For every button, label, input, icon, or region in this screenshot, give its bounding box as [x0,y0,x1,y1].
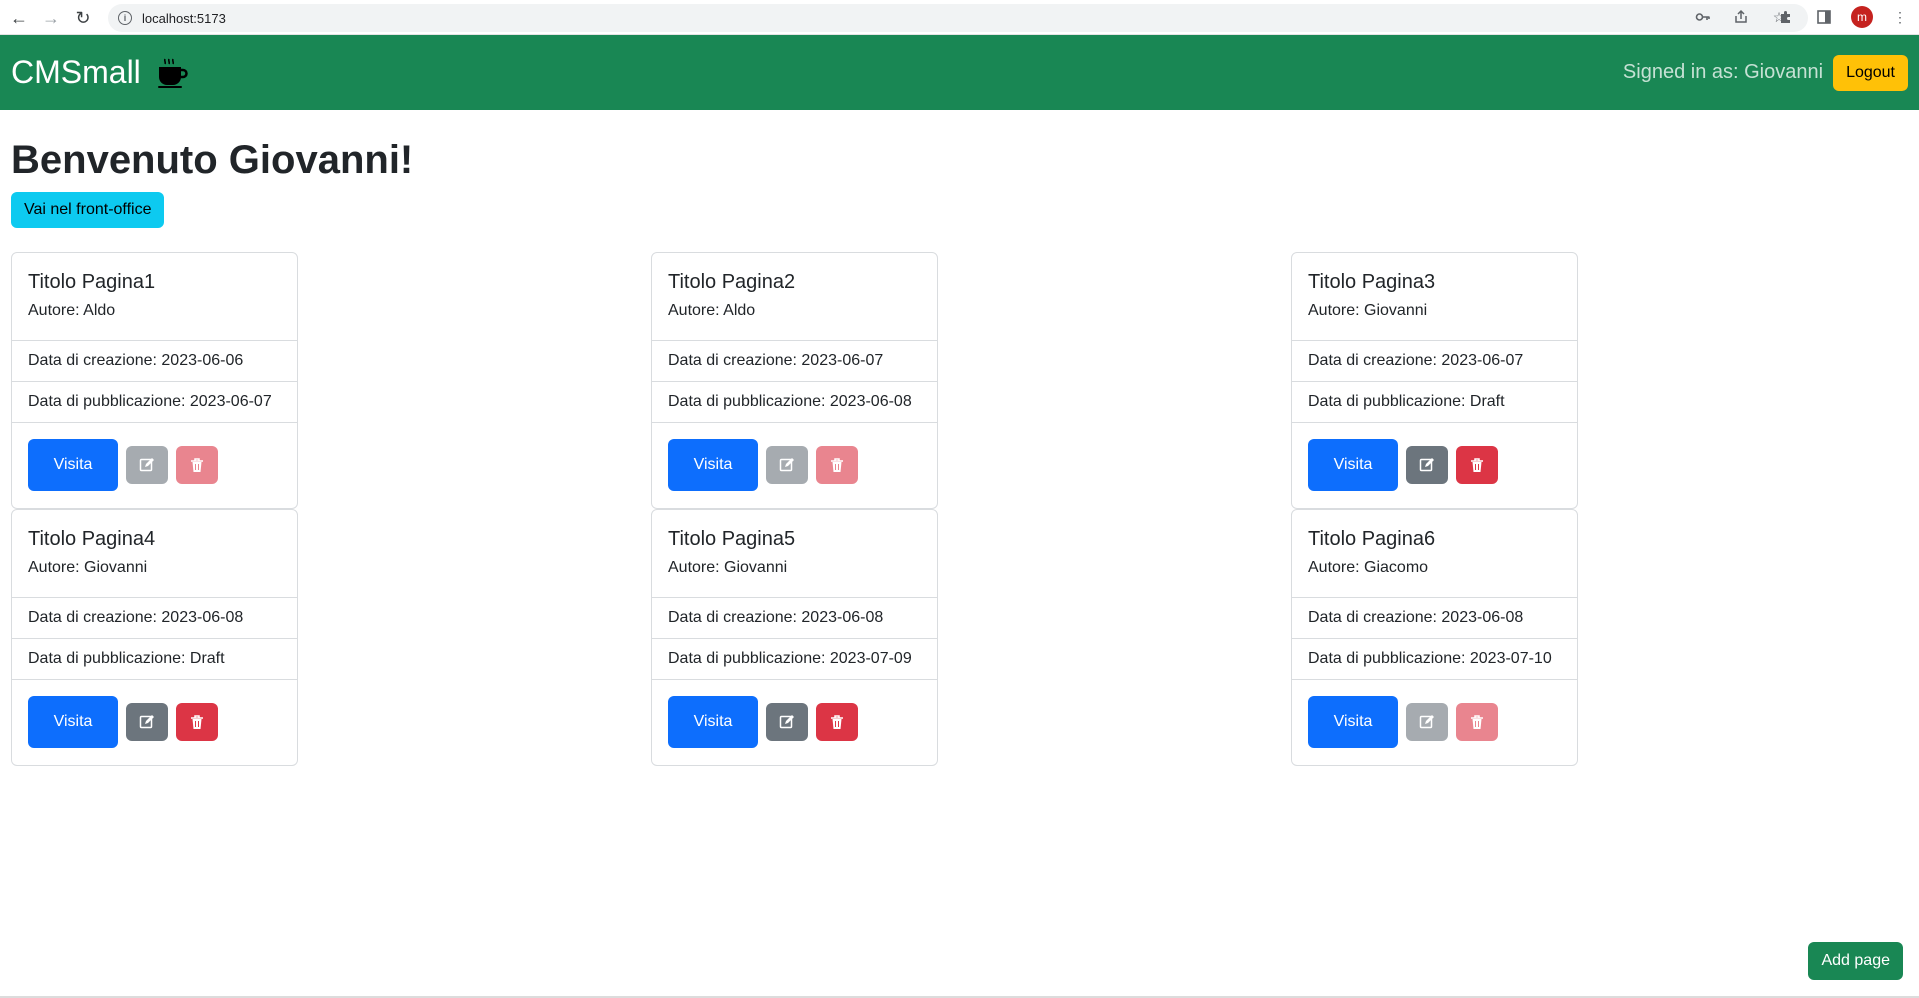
card-published-date: Data di pubblicazione: Draft [1292,382,1577,423]
signed-in-text: Signed in as: Giovanni [1622,61,1824,83]
side-panel-icon[interactable] [1813,6,1835,28]
trash-icon [1471,458,1483,472]
delete-button[interactable] [176,446,218,484]
delete-button[interactable] [816,703,858,741]
card-title: Titolo Pagina2 [668,271,796,293]
edit-button[interactable] [1406,446,1448,484]
address-url[interactable]: localhost:5173 [142,11,226,26]
trash-icon [831,715,843,729]
back-arrow-icon[interactable]: ← [8,7,30,29]
visit-button[interactable]: Visita [28,439,118,491]
page-title: Benvenuto Giovanni! [11,138,414,182]
delete-button[interactable] [1456,446,1498,484]
edit-button[interactable] [766,703,808,741]
trash-icon [1471,715,1483,729]
coffee-cup-icon [157,58,188,88]
edit-icon [139,715,154,729]
delete-button[interactable] [816,446,858,484]
app-navbar: CMSmall Signed in as: Giovanni Logout [0,35,1919,110]
edit-button[interactable] [1406,703,1448,741]
card-author: Autore: Giacomo [1308,559,1429,576]
key-icon[interactable] [1693,7,1713,27]
visit-button[interactable]: Visita [1308,696,1398,748]
brand[interactable]: CMSmall [11,54,189,91]
edit-icon [779,715,794,729]
trash-icon [191,458,203,472]
delete-button[interactable] [176,703,218,741]
page-card: Titolo Pagina2 Autore: Aldo Data di crea… [651,252,938,509]
page-card: Titolo Pagina6 Autore: Giacomo Data di c… [1291,509,1578,766]
card-title: Titolo Pagina4 [28,528,156,550]
edit-button[interactable] [766,446,808,484]
delete-button[interactable] [1456,703,1498,741]
trash-icon [191,715,203,729]
extensions-puzzle-icon[interactable] [1775,6,1797,28]
card-title: Titolo Pagina3 [1308,271,1436,293]
card-author: Autore: Aldo [28,302,116,319]
address-bar[interactable]: i localhost:5173 [108,4,1808,32]
card-created-date: Data di creazione: 2023-06-06 [12,341,297,382]
card-title: Titolo Pagina1 [28,271,156,293]
card-created-date: Data di creazione: 2023-06-07 [652,341,937,382]
visit-button[interactable]: Visita [668,696,758,748]
visit-button[interactable]: Visita [28,696,118,748]
page-card: Titolo Pagina1 Autore: Aldo Data di crea… [11,252,298,509]
page-card: Titolo Pagina3 Autore: Giovanni Data di … [1291,252,1578,509]
edit-button[interactable] [126,703,168,741]
edit-icon [779,458,794,472]
card-author: Autore: Giovanni [1308,302,1428,319]
visit-button[interactable]: Visita [1308,439,1398,491]
visit-button[interactable]: Visita [668,439,758,491]
card-published-date: Data di pubblicazione: 2023-06-07 [12,382,297,423]
card-created-date: Data di creazione: 2023-06-08 [1292,598,1577,639]
forward-arrow-icon[interactable]: → [40,7,62,29]
card-created-date: Data di creazione: 2023-06-08 [12,598,297,639]
edit-icon [139,458,154,472]
trash-icon [831,458,843,472]
card-published-date: Data di pubblicazione: 2023-07-09 [652,639,937,680]
browser-toolbar: ← → ↻ i localhost:5173 ☆ m ⋮ [0,0,1919,35]
edit-button[interactable] [126,446,168,484]
card-author: Autore: Giovanni [668,559,788,576]
add-page-button[interactable]: Add page [1808,942,1903,980]
card-author: Autore: Giovanni [28,559,148,576]
card-title: Titolo Pagina6 [1308,528,1436,550]
card-author: Autore: Aldo [668,302,756,319]
site-info-icon[interactable]: i [118,11,132,25]
main-content: Benvenuto Giovanni! Vai nel front-office… [11,110,1909,766]
logout-button[interactable]: Logout [1833,54,1908,91]
edit-icon [1419,715,1434,729]
card-created-date: Data di creazione: 2023-06-08 [652,598,937,639]
menu-dots-icon[interactable]: ⋮ [1889,6,1911,28]
edit-icon [1419,458,1434,472]
card-created-date: Data di creazione: 2023-06-07 [1292,341,1577,382]
reload-icon[interactable]: ↻ [72,7,94,29]
card-published-date: Data di pubblicazione: 2023-06-08 [652,382,937,423]
brand-name[interactable]: CMSmall [11,54,141,91]
profile-avatar[interactable]: m [1851,6,1873,28]
page-card: Titolo Pagina5 Autore: Giovanni Data di … [651,509,938,766]
card-title: Titolo Pagina5 [668,528,796,550]
front-office-button[interactable]: Vai nel front-office [11,192,165,228]
page-card: Titolo Pagina4 Autore: Giovanni Data di … [11,509,298,766]
card-published-date: Data di pubblicazione: 2023-07-10 [1292,639,1577,680]
card-published-date: Data di pubblicazione: Draft [12,639,297,680]
share-icon[interactable] [1731,7,1751,27]
